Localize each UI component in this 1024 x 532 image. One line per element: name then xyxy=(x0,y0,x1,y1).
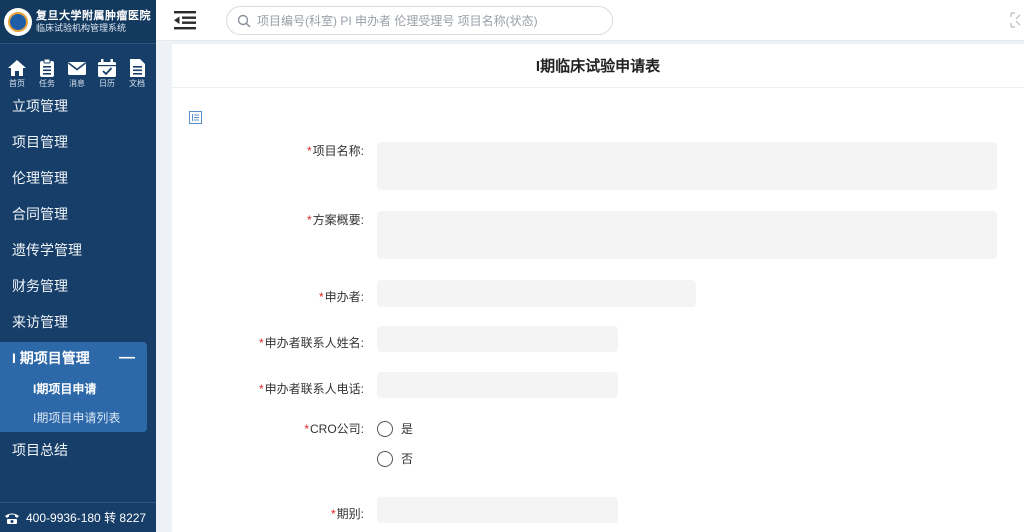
shortcut-bar: 首页 任务 消息 日历 文档 xyxy=(0,44,156,96)
shortcut-message[interactable]: 消息 xyxy=(62,58,92,96)
sponsor-contact-phone-input[interactable] xyxy=(377,372,618,398)
shortcut-home[interactable]: 首页 xyxy=(2,58,32,96)
sidebar-item-finance-management[interactable]: 财务管理 xyxy=(0,268,156,304)
shortcut-label: 消息 xyxy=(69,79,85,88)
task-icon xyxy=(40,58,54,77)
app-subtitle: 临床试验机构管理系统 xyxy=(36,22,127,33)
home-icon xyxy=(8,60,26,76)
global-search[interactable] xyxy=(226,6,613,35)
sidebar-group-label: I 期项目管理 xyxy=(12,350,90,366)
menu-collapse-icon[interactable] xyxy=(174,9,198,31)
fullscreen-icon[interactable] xyxy=(1010,12,1022,28)
sidebar-item-contract-management[interactable]: 合同管理 xyxy=(0,196,156,232)
top-header xyxy=(156,0,1024,41)
phase-label: *期别: xyxy=(330,507,364,521)
radio-circle[interactable] xyxy=(377,420,393,437)
sidebar-group-phase1-toggle[interactable]: I 期项目管理 — xyxy=(0,342,147,374)
required-mark: * xyxy=(258,336,264,350)
sidebar-item-visit-management[interactable]: 来访管理 xyxy=(0,304,156,340)
sidebar-item-project-summary[interactable]: 项目总结 xyxy=(0,432,156,468)
sidebar-subitem-phase1-application[interactable]: I期项目申请 xyxy=(0,374,147,403)
radio-circle[interactable] xyxy=(377,450,393,467)
sidebar-menu: 立项管理 项目管理 伦理管理 合同管理 遗传学管理 财务管理 来访管理 I 期项… xyxy=(0,96,156,468)
sidebar-item-project-setup[interactable]: 立项管理 xyxy=(0,96,156,124)
cro-option-no[interactable]: 否 xyxy=(377,450,413,467)
project-name-label: *项目名称: xyxy=(306,144,364,158)
app-name: 复旦大学附属肿瘤医院 xyxy=(36,8,151,22)
phase-input[interactable] xyxy=(377,497,618,523)
shortcut-label: 文档 xyxy=(129,79,145,88)
app-logo[interactable]: 复旦大学附属肿瘤医院 临床试验机构管理系统 xyxy=(0,0,156,44)
shortcut-document[interactable]: 文档 xyxy=(122,58,152,96)
cro-option-yes[interactable]: 是 xyxy=(377,420,413,437)
project-name-input[interactable] xyxy=(377,142,997,190)
required-mark: * xyxy=(306,144,312,158)
shortcut-label: 首页 xyxy=(9,79,25,88)
sidebar-item-genetics-management[interactable]: 遗传学管理 xyxy=(0,232,156,268)
support-phone-number: 400-9936-180 转 8227 xyxy=(26,511,147,525)
required-mark: * xyxy=(304,422,309,436)
sponsor-contact-phone-label: *申办者联系人电话: xyxy=(258,382,364,396)
collapse-minus-icon: — xyxy=(119,349,135,366)
main-area: I期临床试验申请表 *项目名称: *方案概要: *申办者: *申办者联系人姓名: xyxy=(156,41,1024,532)
page-title: I期临床试验申请表 xyxy=(172,44,1024,88)
search-input[interactable] xyxy=(257,13,597,28)
support-phone: 400-9936-180 转 8227 xyxy=(0,502,156,532)
sponsor-label: *申办者: xyxy=(318,290,364,304)
hospital-logo-icon xyxy=(4,7,32,36)
mail-icon xyxy=(68,62,86,75)
cro-label: *CRO公司: xyxy=(304,422,364,436)
sidebar-subitem-phase1-application-list[interactable]: I期项目申请列表 xyxy=(0,403,147,432)
required-mark: * xyxy=(330,507,336,521)
sidebar: 复旦大学附属肿瘤医院 临床试验机构管理系统 首页 任务 消息 日历 文档 立项管… xyxy=(0,0,156,532)
shortcut-task[interactable]: 任务 xyxy=(32,58,62,96)
sidebar-group-phase1: I 期项目管理 — I期项目申请 I期项目申请列表 xyxy=(0,342,147,432)
required-mark: * xyxy=(258,382,264,396)
shortcut-calendar[interactable]: 日历 xyxy=(92,58,122,96)
calendar-icon xyxy=(98,59,116,77)
protocol-summary-input[interactable] xyxy=(377,211,997,259)
required-mark: * xyxy=(318,290,324,304)
telephone-icon xyxy=(5,513,19,524)
sidebar-item-project-management[interactable]: 项目管理 xyxy=(0,124,156,160)
document-icon xyxy=(130,59,145,77)
cro-option-no-label: 否 xyxy=(401,452,414,466)
sponsor-contact-name-label: *申办者联系人姓名: xyxy=(258,336,364,350)
sponsor-input[interactable] xyxy=(377,280,696,307)
shortcut-label: 日历 xyxy=(99,79,115,88)
sidebar-item-ethics-management[interactable]: 伦理管理 xyxy=(0,160,156,196)
search-icon xyxy=(237,14,251,28)
form-outline-icon[interactable] xyxy=(189,111,202,124)
protocol-summary-label: *方案概要: xyxy=(306,213,364,227)
required-mark: * xyxy=(306,213,312,227)
form-panel: I期临床试验申请表 *项目名称: *方案概要: *申办者: *申办者联系人姓名: xyxy=(172,44,1024,532)
cro-option-yes-label: 是 xyxy=(401,422,414,436)
sponsor-contact-name-input[interactable] xyxy=(377,326,618,352)
shortcut-label: 任务 xyxy=(39,79,55,88)
